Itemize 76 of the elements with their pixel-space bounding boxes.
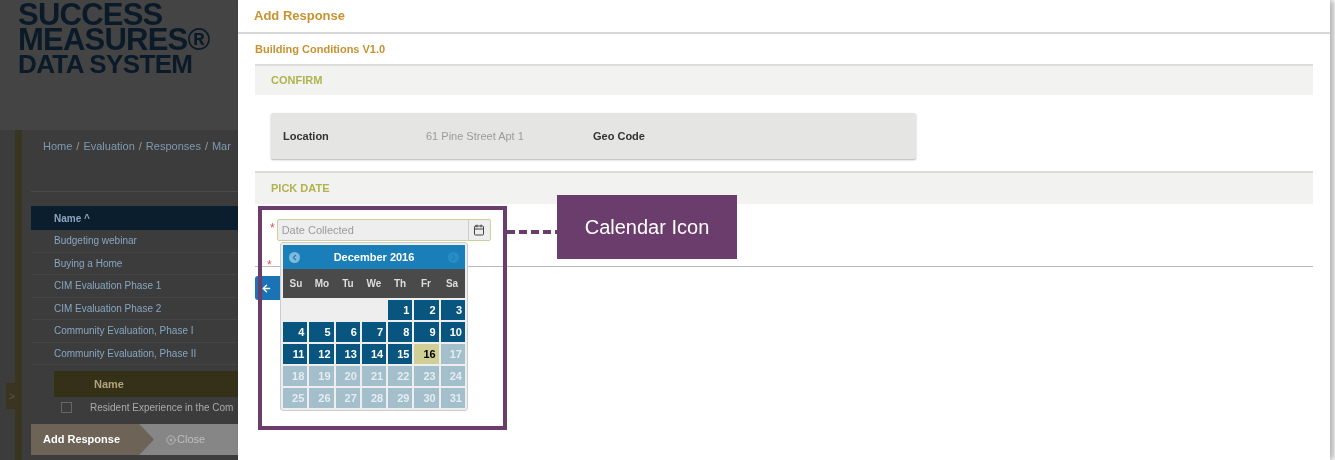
calendar-day: 30 bbox=[414, 388, 439, 408]
month-title: December 2016 bbox=[333, 249, 415, 265]
leader-line bbox=[507, 230, 557, 234]
calendar-day[interactable]: 9 bbox=[414, 322, 439, 342]
calendar-day[interactable]: 1 bbox=[388, 300, 413, 320]
calendar-day[interactable]: 5 bbox=[309, 322, 334, 342]
table-header[interactable]: Name ^ bbox=[31, 206, 238, 230]
table-row[interactable]: CIM Evaluation Phase 2 bbox=[31, 297, 238, 320]
table-row[interactable]: CIM Evaluation Phase 1 bbox=[31, 275, 238, 298]
weekday-label: Tu bbox=[341, 277, 355, 291]
callout-label: Calendar Icon bbox=[557, 195, 737, 259]
breadcrumb-separator: / bbox=[76, 138, 80, 154]
required-marker: * bbox=[267, 257, 272, 274]
logo-text: MEASURES® bbox=[18, 27, 211, 52]
close-icon bbox=[166, 434, 176, 445]
weekday-label: Sa bbox=[444, 277, 460, 291]
calendar-day: 24 bbox=[440, 366, 465, 386]
calendar-day[interactable]: 2 bbox=[414, 300, 439, 320]
calendar-day: 29 bbox=[388, 388, 413, 408]
section-header: CONFIRM bbox=[255, 64, 1313, 95]
subtable-header: Name bbox=[54, 371, 238, 397]
calendar-day[interactable]: 11 bbox=[283, 344, 308, 364]
table-row[interactable]: Community Evaluation, Phase I bbox=[31, 320, 238, 343]
calendar-day: 22 bbox=[388, 366, 413, 386]
location-label: Location bbox=[282, 128, 330, 144]
calendar-day[interactable]: 7 bbox=[361, 322, 387, 342]
table-row[interactable]: Budgeting webinar bbox=[31, 230, 238, 253]
calendar-day[interactable]: 10 bbox=[440, 322, 465, 342]
bottom-bar-title: Add Response bbox=[31, 424, 154, 455]
geo-code-label: Geo Code bbox=[593, 128, 645, 144]
location-value: 61 Pine Street Apt 1 bbox=[426, 128, 525, 144]
survey-title: Building Conditions V1.0 bbox=[255, 41, 387, 57]
breadcrumb-link[interactable]: Home bbox=[43, 137, 73, 155]
calendar-day[interactable]: 8 bbox=[388, 322, 413, 342]
weekday-label: Su bbox=[288, 277, 304, 291]
breadcrumb-link[interactable]: Mar bbox=[211, 137, 231, 155]
breadcrumb-link[interactable]: Responses bbox=[145, 137, 201, 155]
calendar-day: 23 bbox=[414, 366, 439, 386]
logo-text: DATA SYSTEM bbox=[18, 52, 193, 77]
calendar-day[interactable]: 3 bbox=[440, 300, 465, 320]
checkbox[interactable] bbox=[61, 401, 72, 413]
breadcrumb-link[interactable]: Evaluation bbox=[83, 137, 135, 155]
date-field[interactable]: Date Collected bbox=[276, 219, 491, 241]
calendar-day[interactable]: 15 bbox=[388, 344, 413, 364]
arrow-left-icon bbox=[261, 282, 272, 294]
weekday-label: Mo bbox=[313, 277, 331, 291]
calendar-day: 21 bbox=[361, 366, 387, 386]
calendar-day: 28 bbox=[361, 388, 387, 408]
calendar-day: 25 bbox=[283, 388, 308, 408]
calendar-day[interactable]: 13 bbox=[335, 344, 360, 364]
prev-month-icon[interactable] bbox=[289, 251, 300, 263]
date-input[interactable]: Date Collected bbox=[277, 220, 468, 240]
table-row[interactable]: Community Evaluation, Phase II bbox=[31, 342, 238, 365]
weekday-label: We bbox=[365, 277, 383, 291]
calendar-day: 27 bbox=[335, 388, 360, 408]
required-marker: * bbox=[270, 220, 275, 237]
section-header: PICK DATE bbox=[255, 171, 1313, 204]
calendar-day: 20 bbox=[335, 366, 360, 386]
calendar-day[interactable]: 14 bbox=[361, 344, 387, 364]
calendar-day: 17 bbox=[440, 344, 465, 364]
weekday-label: Fr bbox=[420, 277, 432, 291]
calendar-day: 26 bbox=[309, 388, 334, 408]
logo-text: SUCCESS bbox=[18, 2, 163, 27]
calendar-day[interactable]: 6 bbox=[335, 322, 360, 342]
calendar-day: 18 bbox=[283, 366, 308, 386]
calendar-day: 31 bbox=[440, 388, 465, 408]
calendar-day[interactable]: 4 bbox=[283, 322, 308, 342]
table-cell-text: Resident Experience in the Com bbox=[90, 400, 234, 415]
weekday-label: Th bbox=[392, 277, 408, 291]
modal-title: Add Response bbox=[254, 7, 345, 26]
breadcrumb-separator: / bbox=[204, 138, 208, 154]
table-row[interactable]: Buying a Home bbox=[31, 252, 238, 275]
calendar-day[interactable]: 16 bbox=[414, 344, 439, 364]
calendar-day[interactable]: 12 bbox=[309, 344, 334, 364]
breadcrumb-separator: / bbox=[138, 138, 142, 154]
calendar-day: 19 bbox=[309, 366, 334, 386]
